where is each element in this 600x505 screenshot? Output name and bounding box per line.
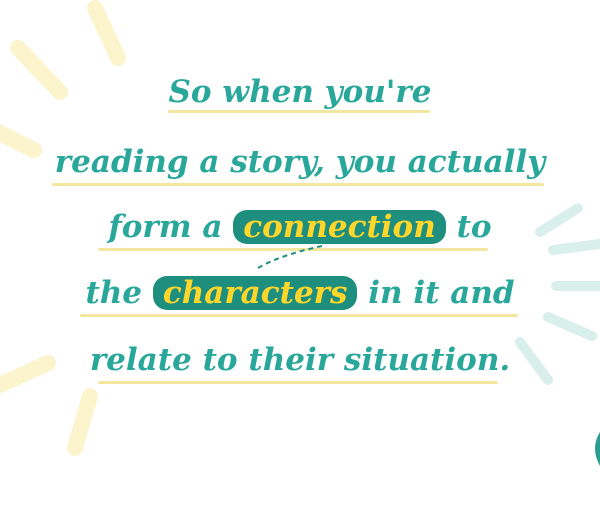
highlight-characters: characters <box>152 276 358 310</box>
caption-text-4b: in it and <box>368 275 515 311</box>
caption-line-2: reading a story, you actually <box>0 142 600 182</box>
caption-text-2: reading a story, you actually <box>54 144 546 180</box>
caption-text-3a: form a <box>108 209 223 245</box>
caption-line-1: So when you're <box>0 72 600 112</box>
caption-line-5: relate to their situation. <box>0 340 600 380</box>
caption-line-4: the characters in it and <box>0 273 600 313</box>
highlight-connection: connection <box>233 210 446 244</box>
caption-text-3b: to <box>456 209 492 245</box>
caption-card: So when you're reading a story, you actu… <box>0 0 600 505</box>
caption-text-1: So when you're <box>168 74 432 110</box>
caption-text-5: relate to their situation. <box>89 342 511 378</box>
caption-text-4a: the <box>85 275 143 311</box>
caption-line-3: form a connection to <box>0 207 600 247</box>
connector-path <box>257 245 323 269</box>
